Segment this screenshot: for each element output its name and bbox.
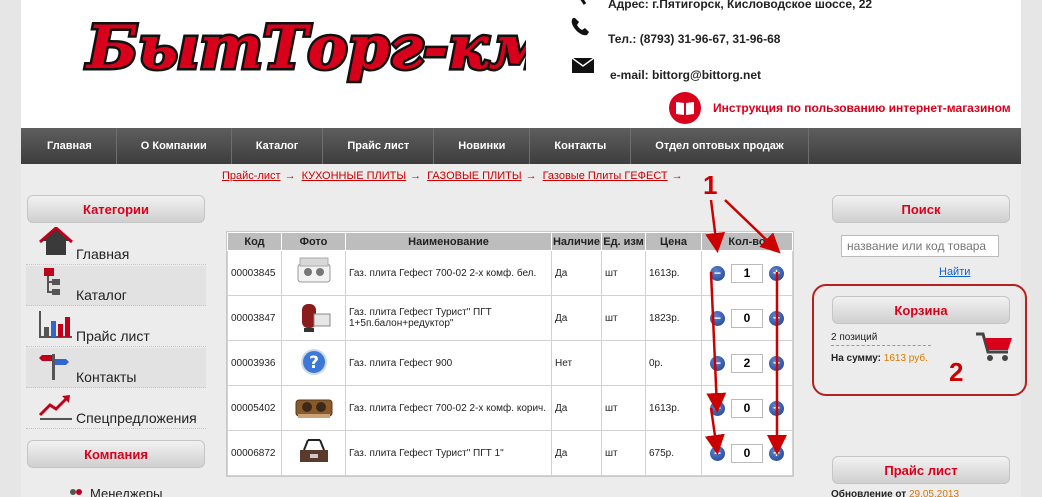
chart-icon [39, 311, 72, 338]
sidebar-item-managers[interactable]: Менеджеры [68, 486, 162, 497]
cart-icon[interactable] [974, 330, 1014, 364]
table-row: 00006872 Газ. плита Гефест Турист" ПГТ 1… [227, 430, 793, 476]
product-photo[interactable] [281, 250, 346, 296]
question-icon: ? [300, 348, 327, 375]
phone-text: Тел.: (8793) 31-96-67, 31-96-68 [608, 32, 781, 46]
nav-about[interactable]: О Компании [117, 128, 232, 164]
nav-price-list[interactable]: Прайс лист [323, 128, 435, 164]
catalog-icon [44, 268, 60, 295]
qty-plus-button[interactable]: + [769, 355, 784, 371]
col-quantity: Кол-во [701, 232, 793, 251]
sidebar-item-home[interactable]: Главная [26, 225, 206, 265]
site-header: БытТорг-кмв Адрес: г.Пятигорск, Кисловод… [21, 0, 1021, 128]
table-header-row: Код Фото Наименование Наличие Ед. изм Це… [227, 232, 793, 251]
product-photo[interactable] [281, 385, 346, 431]
col-unit: Ед. изм [601, 232, 646, 251]
sidebar-item-special-offers[interactable]: Спецпредложения [26, 389, 206, 429]
address-text: Адрес: г.Пятигорск, Кисловодское шоссе, … [608, 0, 873, 11]
qty-minus-button[interactable]: − [710, 310, 725, 326]
table-row: 00003847 Газ. плита Гефест Турист" ПГТ 1… [227, 295, 793, 341]
qty-input[interactable] [731, 353, 763, 373]
qty-input[interactable] [731, 263, 763, 283]
nav-catalog[interactable]: Каталог [232, 128, 324, 164]
nav-home[interactable]: Главная [21, 128, 117, 164]
col-availability: Наличие [551, 232, 602, 251]
table-row: 00003936 ? Газ. плита Гефест 900 Нет 0р.… [227, 340, 793, 386]
breadcrumb-price-list[interactable]: Прайс-лист [222, 170, 281, 182]
qty-minus-button[interactable]: − [710, 265, 725, 281]
cart-item-count: 2 позиций [831, 332, 931, 346]
gas-stove-tourist-balloon [301, 303, 330, 332]
nav-contacts[interactable]: Контакты [530, 128, 632, 164]
qty-input[interactable] [731, 443, 763, 463]
col-name: Наименование [345, 232, 552, 251]
book-icon [669, 92, 701, 124]
email-text[interactable]: e-mail: bittorg@bittorg.net [610, 68, 761, 82]
annotation-1: 1 [703, 170, 718, 200]
search-input[interactable] [841, 235, 999, 257]
instructions-link[interactable]: Инструкция по пользованию интернет-магаз… [669, 92, 1011, 124]
price-list-title: Прайс лист [832, 456, 1010, 484]
main-nav: Главная О Компании Каталог Прайс лист Но… [21, 128, 1021, 164]
qty-input[interactable] [731, 308, 763, 328]
sidebar-item-contacts[interactable]: Контакты [26, 348, 206, 388]
phone-icon [571, 18, 589, 36]
page-left-margin [0, 0, 21, 497]
search-button[interactable]: Найти [939, 266, 970, 278]
sidebar-item-catalog[interactable]: Каталог [26, 266, 206, 306]
mail-icon [572, 58, 594, 73]
breadcrumb: Прайс-лист → КУХОННЫЕ ПЛИТЫ → ГАЗОВЫЕ ПЛИТ… [222, 170, 683, 182]
qty-plus-button[interactable]: + [769, 265, 784, 281]
product-photo[interactable]: ? [281, 340, 346, 386]
product-photo[interactable] [281, 430, 346, 476]
gas-stove-tourist [299, 438, 328, 462]
annotation-2: 2 [949, 357, 964, 387]
sidebar-item-price-list[interactable]: Прайс лист [26, 307, 206, 347]
svg-text:БытТорг-кмв: БытТорг-кмв [85, 13, 526, 83]
phone-icon-top [580, 0, 587, 5]
col-code: Код [227, 232, 282, 251]
site-logo[interactable]: БытТорг-кмв [81, 4, 527, 94]
page-right-margin [1021, 0, 1042, 497]
qty-input[interactable] [731, 398, 763, 418]
trend-icon [38, 395, 72, 420]
qty-minus-button[interactable]: − [710, 355, 725, 371]
product-table: Код Фото Наименование Наличие Ед. изм Це… [226, 231, 794, 477]
home-icon [39, 227, 73, 255]
search-title: Поиск [832, 195, 1010, 223]
table-row: 00003845 Газ. плита Гефест 700-02 2-х ко… [227, 250, 793, 296]
qty-minus-button[interactable]: − [710, 400, 725, 416]
table-row: 00005402 Газ. плита Гефест 700-02 2-х ко… [227, 385, 793, 431]
nav-new[interactable]: Новинки [434, 128, 531, 164]
cart-title: Корзина [832, 296, 1010, 324]
qty-plus-button[interactable]: + [769, 400, 784, 416]
col-photo: Фото [281, 232, 346, 251]
col-price: Цена [645, 232, 702, 251]
gas-stove-brown [295, 399, 332, 418]
people-icon [70, 488, 82, 495]
svg-text:?: ? [309, 353, 319, 373]
breadcrumb-kitchen-stoves[interactable]: КУХОННЫЕ ПЛИТЫ [302, 170, 407, 182]
categories-title: Категории [27, 195, 205, 223]
instructions-label: Инструкция по пользованию интернет-магаз… [713, 101, 1011, 115]
breadcrumb-gas-stoves[interactable]: ГАЗОВЫЕ ПЛИТЫ [427, 170, 521, 182]
qty-plus-button[interactable]: + [769, 310, 784, 326]
price-list-updated: Обновление от 29.05.2013 [831, 489, 960, 497]
breadcrumb-gefest-stoves[interactable]: Газовые Плиты ГЕФЕСТ [543, 170, 668, 182]
signpost-icon [39, 354, 69, 380]
nav-wholesale[interactable]: Отдел оптовых продаж [631, 128, 809, 164]
product-photo[interactable] [281, 295, 346, 341]
cart-sum: На сумму: 1613 руб. [831, 353, 928, 364]
company-title: Компания [27, 440, 205, 468]
qty-plus-button[interactable]: + [769, 445, 784, 461]
qty-minus-button[interactable]: − [710, 445, 725, 461]
gas-stove-white [297, 257, 330, 282]
